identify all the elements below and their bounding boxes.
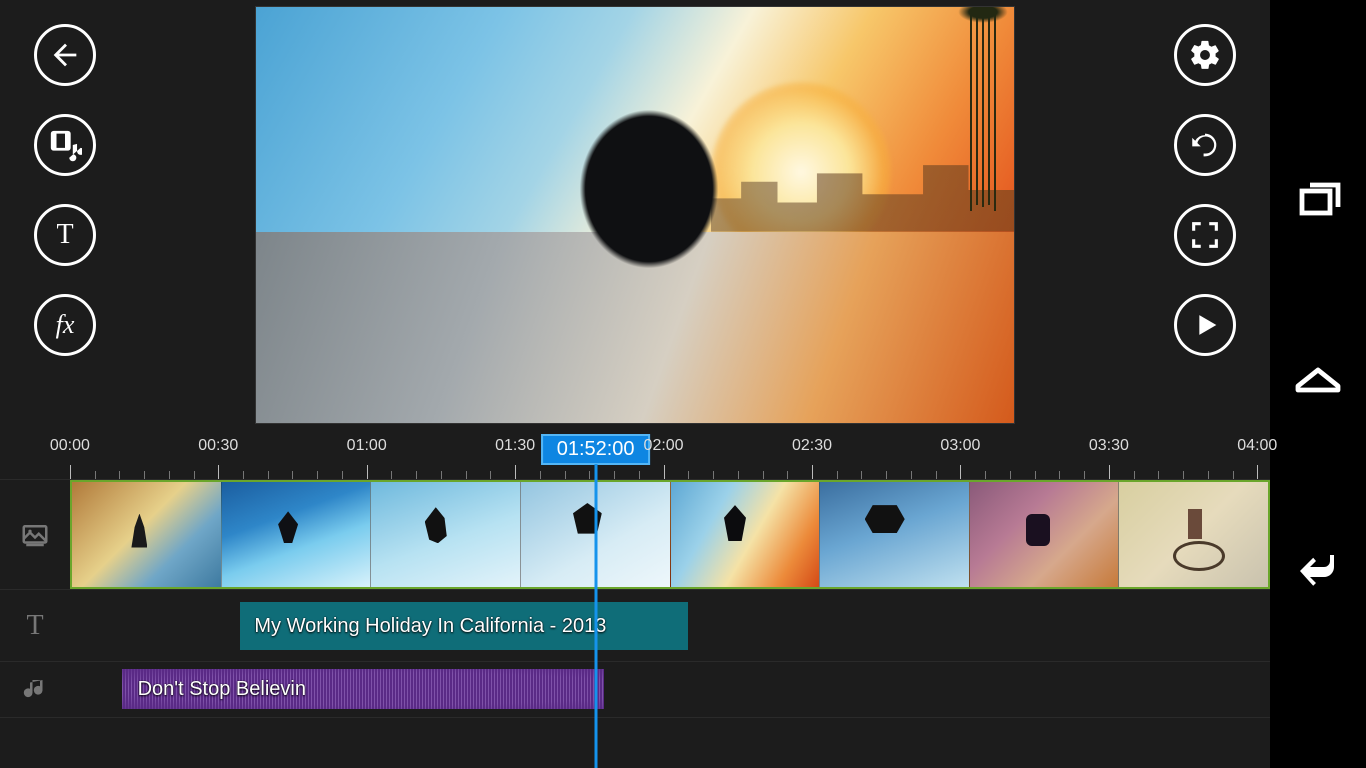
fx-button[interactable]: fx [34,294,96,356]
audio-track: Don't Stop Believin [0,662,1270,718]
ruler-label: 01:00 [347,437,387,455]
ruler-label: 03:00 [940,437,980,455]
ruler-label: 00:00 [50,437,90,455]
audio-clip-label: Don't Stop Believin [138,678,306,701]
preview-panel [130,0,1140,430]
audio-track-icon [0,662,70,717]
home-icon [1294,358,1342,406]
timeline: 01:52:00 00:00 00:30 01:00 01:30 02:00 02:30 0… [0,430,1270,768]
text-clip-label: My Working Holiday In California - 2013 [254,615,606,638]
music-icon [20,675,50,705]
film-music-icon [48,128,82,162]
nav-back-button[interactable] [1294,541,1342,594]
android-nav-bar [1270,0,1366,768]
right-toolbar [1140,0,1270,430]
recent-apps-button[interactable] [1294,175,1342,228]
text-track-icon: T [0,590,70,661]
gear-icon [1188,38,1222,72]
audio-clip[interactable]: Don't Stop Believin [122,669,604,709]
video-thumb-surfer[interactable] [221,482,371,587]
nav-back-icon [1294,541,1342,589]
text-clip[interactable]: My Working Holiday In California - 2013 [240,602,688,650]
video-thumb-city-bokeh[interactable] [969,482,1119,587]
text-track-body[interactable]: My Working Holiday In California - 2013 [70,590,1270,661]
undo-icon [1188,128,1222,162]
video-thumb-snowboarder[interactable] [370,482,520,587]
video-thumb-cyclist[interactable] [1118,482,1268,587]
play-icon [1188,308,1222,342]
media-button[interactable] [34,114,96,176]
playhead-time: 01:52:00 [557,438,635,460]
text-icon: T [56,219,73,251]
preview-canvas[interactable] [255,6,1015,424]
video-clip-strip[interactable] [70,480,1270,589]
audio-track-body[interactable]: Don't Stop Believin [70,662,1270,717]
video-thumb-skydiver[interactable] [819,482,969,587]
undo-button[interactable] [1174,114,1236,176]
fullscreen-icon [1188,218,1222,252]
playhead-time-chip[interactable]: 01:52:00 [541,434,651,465]
text-button[interactable]: T [34,204,96,266]
video-track [0,480,1270,590]
recent-apps-icon [1294,175,1342,223]
video-track-icon [0,480,70,589]
ruler-label: 04:00 [1237,437,1277,455]
ruler-label: 03:30 [1089,437,1129,455]
editor: T fx [0,0,1270,768]
play-button[interactable] [1174,294,1236,356]
video-thumb-bmx[interactable] [520,482,670,587]
ruler-label: 01:30 [495,437,535,455]
timeline-ruler[interactable]: 01:52:00 00:00 00:30 01:00 01:30 02:00 02:30 0… [0,430,1270,480]
ruler-label: 00:30 [198,437,238,455]
fullscreen-button[interactable] [1174,204,1236,266]
back-button[interactable] [34,24,96,86]
fx-icon: fx [56,310,75,340]
home-button[interactable] [1294,358,1342,411]
preview-area: T fx [0,0,1270,430]
text-track: T My Working Holiday In California - 201… [0,590,1270,662]
video-thumb-fisher-sunset[interactable] [72,482,221,587]
arrow-left-icon [48,38,82,72]
picture-icon [20,520,50,550]
ruler-label: 02:00 [644,437,684,455]
left-toolbar: T fx [0,0,130,430]
video-thumb-skateboarder[interactable] [670,482,820,587]
app-root: T fx [0,0,1366,768]
settings-button[interactable] [1174,24,1236,86]
ruler-label: 02:30 [792,437,832,455]
